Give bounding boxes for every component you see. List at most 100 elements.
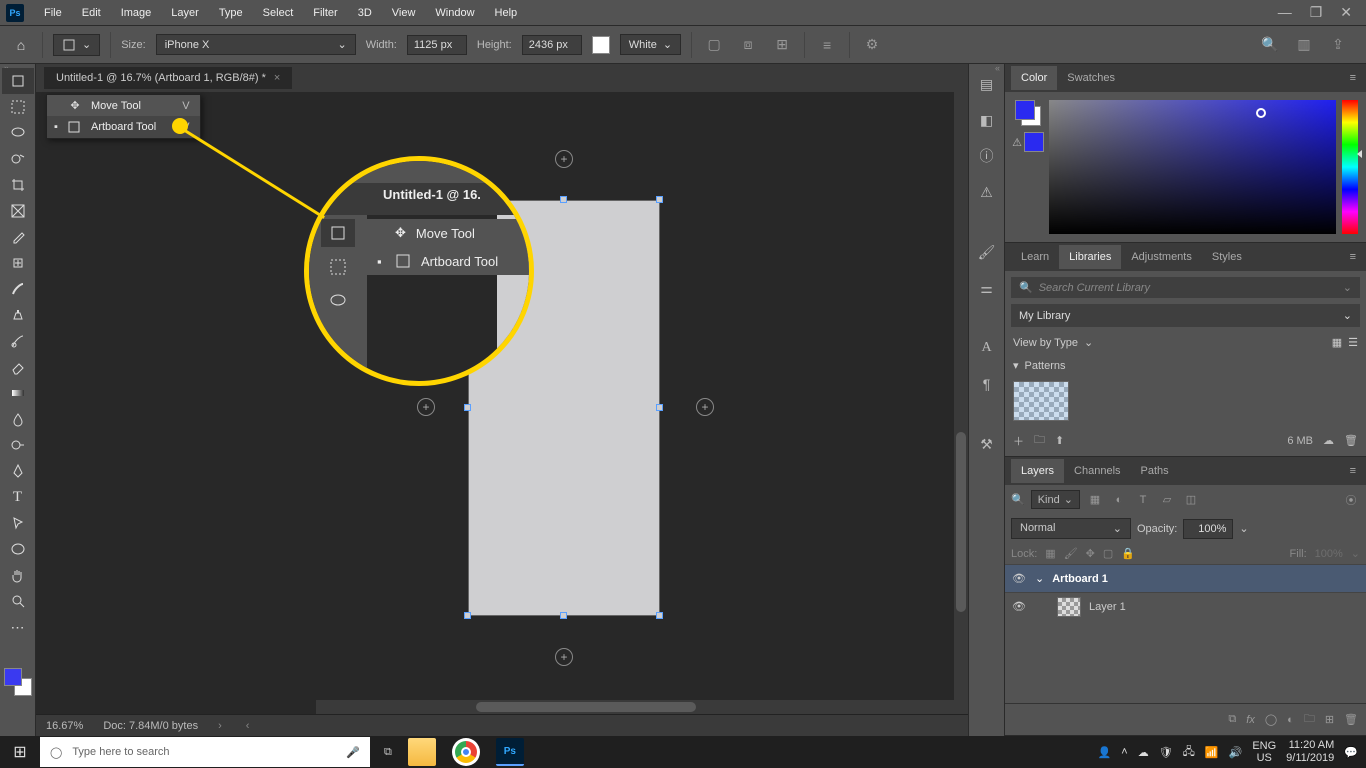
cloud-icon[interactable]: ☁ bbox=[1323, 434, 1334, 447]
brush-tool[interactable] bbox=[2, 276, 34, 302]
close-tab-icon[interactable]: × bbox=[274, 72, 280, 84]
minimize-icon[interactable]: — bbox=[1278, 4, 1292, 21]
tab-paths[interactable]: Paths bbox=[1131, 459, 1179, 483]
panel-menu-icon[interactable]: ≡ bbox=[1346, 72, 1360, 84]
crop-tool[interactable] bbox=[2, 172, 34, 198]
menu-type[interactable]: Type bbox=[209, 7, 253, 19]
pattern-thumbnail[interactable] bbox=[1013, 381, 1069, 421]
handle-e[interactable] bbox=[656, 404, 663, 411]
share-icon[interactable]: ⇪ bbox=[1326, 33, 1350, 57]
add-artboard-top[interactable]: + bbox=[555, 150, 573, 168]
search-icon[interactable]: 🔍 bbox=[1258, 33, 1282, 57]
fill-dropdown[interactable]: White⌄ bbox=[620, 34, 681, 55]
layer-thumbnail[interactable] bbox=[1057, 597, 1081, 617]
layer-layer-1[interactable]: 👁 Layer 1 bbox=[1005, 592, 1366, 620]
fg-swatch[interactable] bbox=[1015, 100, 1035, 120]
mic-icon[interactable]: 🎤 bbox=[346, 746, 360, 759]
document-tab[interactable]: Untitled-1 @ 16.7% (Artboard 1, RGB/8#) … bbox=[44, 67, 292, 89]
properties-panel-icon[interactable]: ◧ bbox=[974, 108, 1000, 132]
maximize-icon[interactable]: ❐ bbox=[1310, 4, 1323, 21]
taskbar-chrome[interactable] bbox=[452, 738, 480, 766]
actions-panel-icon[interactable]: ⚒ bbox=[974, 432, 1000, 456]
taskbar-photoshop[interactable]: Ps bbox=[496, 738, 524, 766]
clone-stamp-tool[interactable] bbox=[2, 302, 34, 328]
shape-tool[interactable] bbox=[2, 536, 34, 562]
filter-toggle[interactable]: ⦿ bbox=[1342, 492, 1360, 508]
filter-search-icon[interactable]: 🔍 bbox=[1011, 493, 1025, 506]
add-artboard-left[interactable]: + bbox=[417, 398, 435, 416]
lock-paint-icon[interactable]: 🖌 bbox=[1064, 547, 1078, 560]
adjustment-layer-icon[interactable]: ◐ bbox=[1287, 714, 1294, 726]
handle-w[interactable] bbox=[464, 404, 471, 411]
handle-n[interactable] bbox=[560, 196, 567, 203]
disclosure-icon[interactable]: ⌄ bbox=[1035, 572, 1044, 585]
add-artboard-icon[interactable]: ⊞ bbox=[770, 33, 794, 57]
opacity-input[interactable]: 100% bbox=[1183, 519, 1233, 539]
task-view-icon[interactable]: ⧉ bbox=[384, 746, 392, 759]
taskbar-explorer[interactable] bbox=[408, 738, 436, 766]
menu-select[interactable]: Select bbox=[253, 7, 304, 19]
notifications-icon[interactable]: 💬 bbox=[1344, 746, 1358, 759]
workspace-icon[interactable]: ▥ bbox=[1292, 33, 1316, 57]
color-field[interactable] bbox=[1049, 100, 1336, 234]
layer-fx-icon[interactable]: fx bbox=[1246, 714, 1255, 726]
tab-styles[interactable]: Styles bbox=[1202, 245, 1252, 269]
filter-kind-dropdown[interactable]: Kind⌄ bbox=[1031, 490, 1080, 509]
lock-all-icon[interactable]: 🔒 bbox=[1121, 547, 1135, 560]
network-icon[interactable]: 🖧 bbox=[1183, 743, 1195, 762]
gamut-swatch[interactable] bbox=[1024, 132, 1044, 152]
start-button[interactable]: ⊞ bbox=[0, 742, 40, 762]
gamut-warning-icon[interactable]: ⚠ bbox=[1012, 136, 1022, 149]
menu-filter[interactable]: Filter bbox=[303, 7, 347, 19]
grid-view-icon[interactable]: ▦ bbox=[1332, 336, 1342, 349]
menu-image[interactable]: Image bbox=[111, 7, 162, 19]
character-panel-icon[interactable]: A bbox=[974, 336, 1000, 360]
color-swatches[interactable] bbox=[4, 668, 32, 696]
width-input[interactable]: 1125 px bbox=[407, 35, 467, 55]
hue-slider[interactable] bbox=[1342, 100, 1358, 234]
hand-tool[interactable] bbox=[2, 562, 34, 588]
crop-icon[interactable]: ⧈ bbox=[736, 33, 760, 57]
lasso-tool[interactable] bbox=[2, 120, 34, 146]
foreground-color[interactable] bbox=[4, 668, 22, 686]
layer-artboard-1[interactable]: 👁 ⌄ Artboard 1 bbox=[1005, 564, 1366, 592]
folder-icon[interactable]: 🗀 bbox=[1034, 431, 1045, 450]
gear-icon[interactable]: ⚙ bbox=[860, 33, 884, 57]
blend-mode-dropdown[interactable]: Normal⌄ bbox=[1011, 518, 1131, 539]
add-asset-icon[interactable]: ＋ bbox=[1013, 433, 1024, 449]
info-panel-icon[interactable]: ⓘ bbox=[974, 144, 1000, 168]
add-artboard-bottom[interactable]: + bbox=[555, 648, 573, 666]
library-search[interactable]: 🔍 Search Current Library ⌄ bbox=[1011, 277, 1360, 298]
edit-toolbar[interactable]: ⋯ bbox=[2, 614, 34, 640]
panel-menu-icon[interactable]: ≡ bbox=[1346, 251, 1360, 263]
type-tool[interactable]: T bbox=[2, 484, 34, 510]
lock-transparent-icon[interactable]: ▦ bbox=[1045, 547, 1055, 560]
fill-input[interactable]: 100% bbox=[1315, 548, 1343, 560]
quick-select-tool[interactable] bbox=[2, 146, 34, 172]
guide-icon[interactable]: ▢ bbox=[702, 33, 726, 57]
fill-swatch[interactable] bbox=[592, 36, 610, 54]
eraser-tool[interactable] bbox=[2, 354, 34, 380]
doc-info[interactable]: Doc: 7.84M/0 bytes bbox=[103, 720, 198, 732]
close-icon[interactable]: ✕ bbox=[1340, 4, 1352, 21]
brushes-panel-icon[interactable]: 🖌 bbox=[974, 240, 1000, 264]
home-icon[interactable]: ⌂ bbox=[10, 34, 32, 56]
language-indicator[interactable]: ENGUS bbox=[1252, 740, 1276, 764]
add-artboard-right[interactable]: + bbox=[696, 398, 714, 416]
align-icon[interactable]: ≡ bbox=[815, 33, 839, 57]
layer-mask-icon[interactable]: ◯ bbox=[1265, 713, 1277, 726]
menu-3d[interactable]: 3D bbox=[348, 7, 382, 19]
menu-edit[interactable]: Edit bbox=[72, 7, 111, 19]
blur-tool[interactable] bbox=[2, 406, 34, 432]
marquee-tool[interactable] bbox=[2, 94, 34, 120]
filter-shape-icon[interactable]: ▱ bbox=[1158, 493, 1176, 506]
menu-view[interactable]: View bbox=[382, 7, 426, 19]
handle-se[interactable] bbox=[656, 612, 663, 619]
system-clock[interactable]: 11:20 AM9/11/2019 bbox=[1286, 739, 1334, 765]
menu-window[interactable]: Window bbox=[425, 7, 484, 19]
filter-adjust-icon[interactable]: ◐ bbox=[1110, 494, 1128, 506]
filter-smart-icon[interactable]: ◫ bbox=[1182, 493, 1200, 506]
tab-swatches[interactable]: Swatches bbox=[1057, 66, 1125, 90]
gradient-tool[interactable] bbox=[2, 380, 34, 406]
zoom-level[interactable]: 16.67% bbox=[46, 720, 83, 732]
